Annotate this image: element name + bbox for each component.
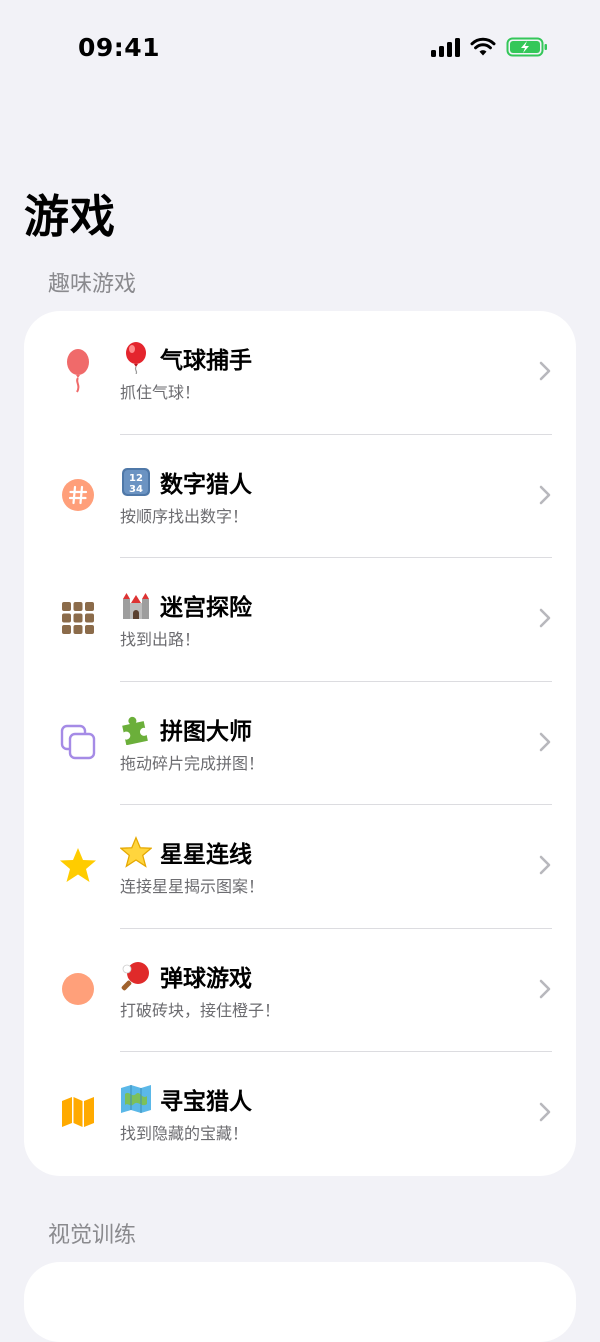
visual-training-card xyxy=(24,1262,576,1342)
castle-emoji-icon xyxy=(120,589,152,621)
section-header-visual-training: 视觉训练 xyxy=(48,1223,137,1248)
chevron-right-icon xyxy=(539,485,551,504)
game-row-number-hunter[interactable]: 12 34 数字猎人 按顺序找出数字！ xyxy=(24,435,576,558)
input-numbers-emoji-icon: 12 34 xyxy=(120,466,152,498)
puzzle-piece-emoji-icon xyxy=(120,713,152,745)
game-title: 气球捕手 xyxy=(160,348,252,374)
game-row-puzzle-master[interactable]: 拼图大师 拖动碎片完成拼图！ xyxy=(24,682,576,805)
section-header-fun-games: 趣味游戏 xyxy=(48,272,137,297)
map-emoji-icon xyxy=(120,1083,152,1115)
game-title: 弹球游戏 xyxy=(160,965,252,992)
game-subtitle: 抓住气球！ xyxy=(120,383,201,402)
game-subtitle: 按顺序找出数字！ xyxy=(120,506,249,526)
battery-charging-icon xyxy=(506,37,547,57)
map-icon xyxy=(58,1092,98,1132)
chevron-right-icon xyxy=(539,608,551,628)
ping-pong-emoji-icon xyxy=(120,960,152,992)
star-emoji-icon xyxy=(120,836,152,868)
game-subtitle: 打破砖块，接住橙子！ xyxy=(120,1000,281,1020)
chevron-right-icon xyxy=(539,979,551,998)
status-icons xyxy=(431,36,548,58)
game-title: 星星连线 xyxy=(160,842,252,868)
balloon-icon xyxy=(58,349,98,393)
chevron-right-icon xyxy=(539,855,551,875)
svg-text:34: 34 xyxy=(129,484,143,495)
game-subtitle: 找到隐藏的宝藏！ xyxy=(120,1124,249,1143)
grid-icon xyxy=(58,598,98,638)
game-title: 数字猎人 xyxy=(160,471,252,498)
chevron-right-icon xyxy=(539,361,551,381)
hash-circle-icon xyxy=(58,475,98,515)
page-title: 游戏 xyxy=(24,190,117,243)
game-row-breakout[interactable]: 弹球游戏 打破砖块，接住橙子！ xyxy=(24,929,576,1052)
wifi-icon xyxy=(470,37,496,56)
svg-text:12: 12 xyxy=(129,473,143,484)
game-row-star-connect[interactable]: 星星连线 连接星星揭示图案！ xyxy=(24,805,576,929)
game-subtitle: 拖动碎片完成拼图！ xyxy=(120,753,265,773)
cellular-signal-icon xyxy=(431,37,460,57)
game-subtitle: 连接星星揭示图案！ xyxy=(120,877,265,896)
game-row-balloon-catcher[interactable]: 气球捕手 抓住气球！ xyxy=(24,311,576,435)
status-time: 09:41 xyxy=(78,33,161,62)
game-subtitle: 找到出路！ xyxy=(120,630,201,649)
fun-games-card: 气球捕手 抓住气球！ 12 34 数字猎人 按顺序找出数字！ 迷宫探险 找到出路… xyxy=(24,311,576,1176)
circle-icon xyxy=(58,969,98,1009)
balloon-emoji-icon xyxy=(120,342,152,374)
game-title: 寻宝猎人 xyxy=(160,1089,252,1115)
star-icon xyxy=(58,845,98,885)
squares-overlap-icon xyxy=(58,722,98,762)
game-row-maze-adventure[interactable]: 迷宫探险 找到出路！ xyxy=(24,558,576,682)
chevron-right-icon xyxy=(539,1102,551,1122)
game-title: 拼图大师 xyxy=(160,718,252,745)
chevron-right-icon xyxy=(539,732,551,751)
game-row-treasure-hunter[interactable]: 寻宝猎人 找到隐藏的宝藏！ xyxy=(24,1052,576,1176)
game-title: 迷宫探险 xyxy=(160,595,252,621)
status-bar: 09:41 xyxy=(0,0,600,96)
